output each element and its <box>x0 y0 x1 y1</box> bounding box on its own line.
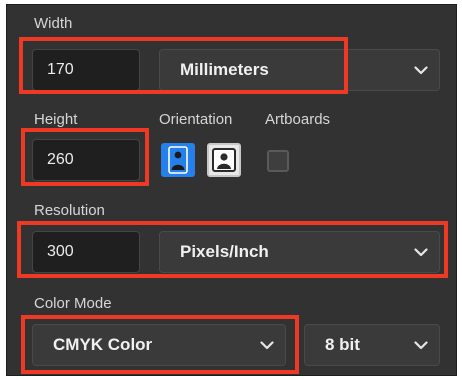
bit-depth-select[interactable]: 8 bit <box>304 324 440 366</box>
chevron-down-icon <box>249 340 285 350</box>
chevron-down-icon <box>403 65 439 75</box>
color-mode-select[interactable]: CMYK Color <box>32 324 286 366</box>
bit-depth-value: 8 bit <box>325 335 360 354</box>
color-mode-label: Color Mode <box>34 295 112 312</box>
resolution-unit-value: Pixels/Inch <box>180 242 269 261</box>
height-input[interactable]: 260 <box>32 139 140 181</box>
landscape-orientation-button[interactable] <box>207 143 241 177</box>
width-unit-select[interactable]: Millimeters <box>159 49 440 91</box>
document-settings-panel: Width 170 Millimeters Height Orientation… <box>6 4 457 376</box>
resolution-input[interactable]: 300 <box>32 231 140 273</box>
portrait-orientation-button[interactable] <box>161 143 195 177</box>
height-label: Height <box>34 111 78 128</box>
chevron-down-icon <box>403 247 439 257</box>
artboards-label: Artboards <box>265 111 331 128</box>
landscape-person-icon <box>212 148 236 172</box>
artboards-checkbox[interactable] <box>267 150 289 172</box>
color-mode-value: CMYK Color <box>53 335 153 354</box>
resolution-label: Resolution <box>34 202 105 219</box>
width-label: Width <box>34 15 73 32</box>
portrait-person-icon <box>168 146 188 174</box>
chevron-down-icon <box>403 340 439 350</box>
orientation-label: Orientation <box>159 111 233 128</box>
width-unit-value: Millimeters <box>180 60 269 79</box>
width-input[interactable]: 170 <box>32 49 140 91</box>
resolution-unit-select[interactable]: Pixels/Inch <box>159 231 440 273</box>
